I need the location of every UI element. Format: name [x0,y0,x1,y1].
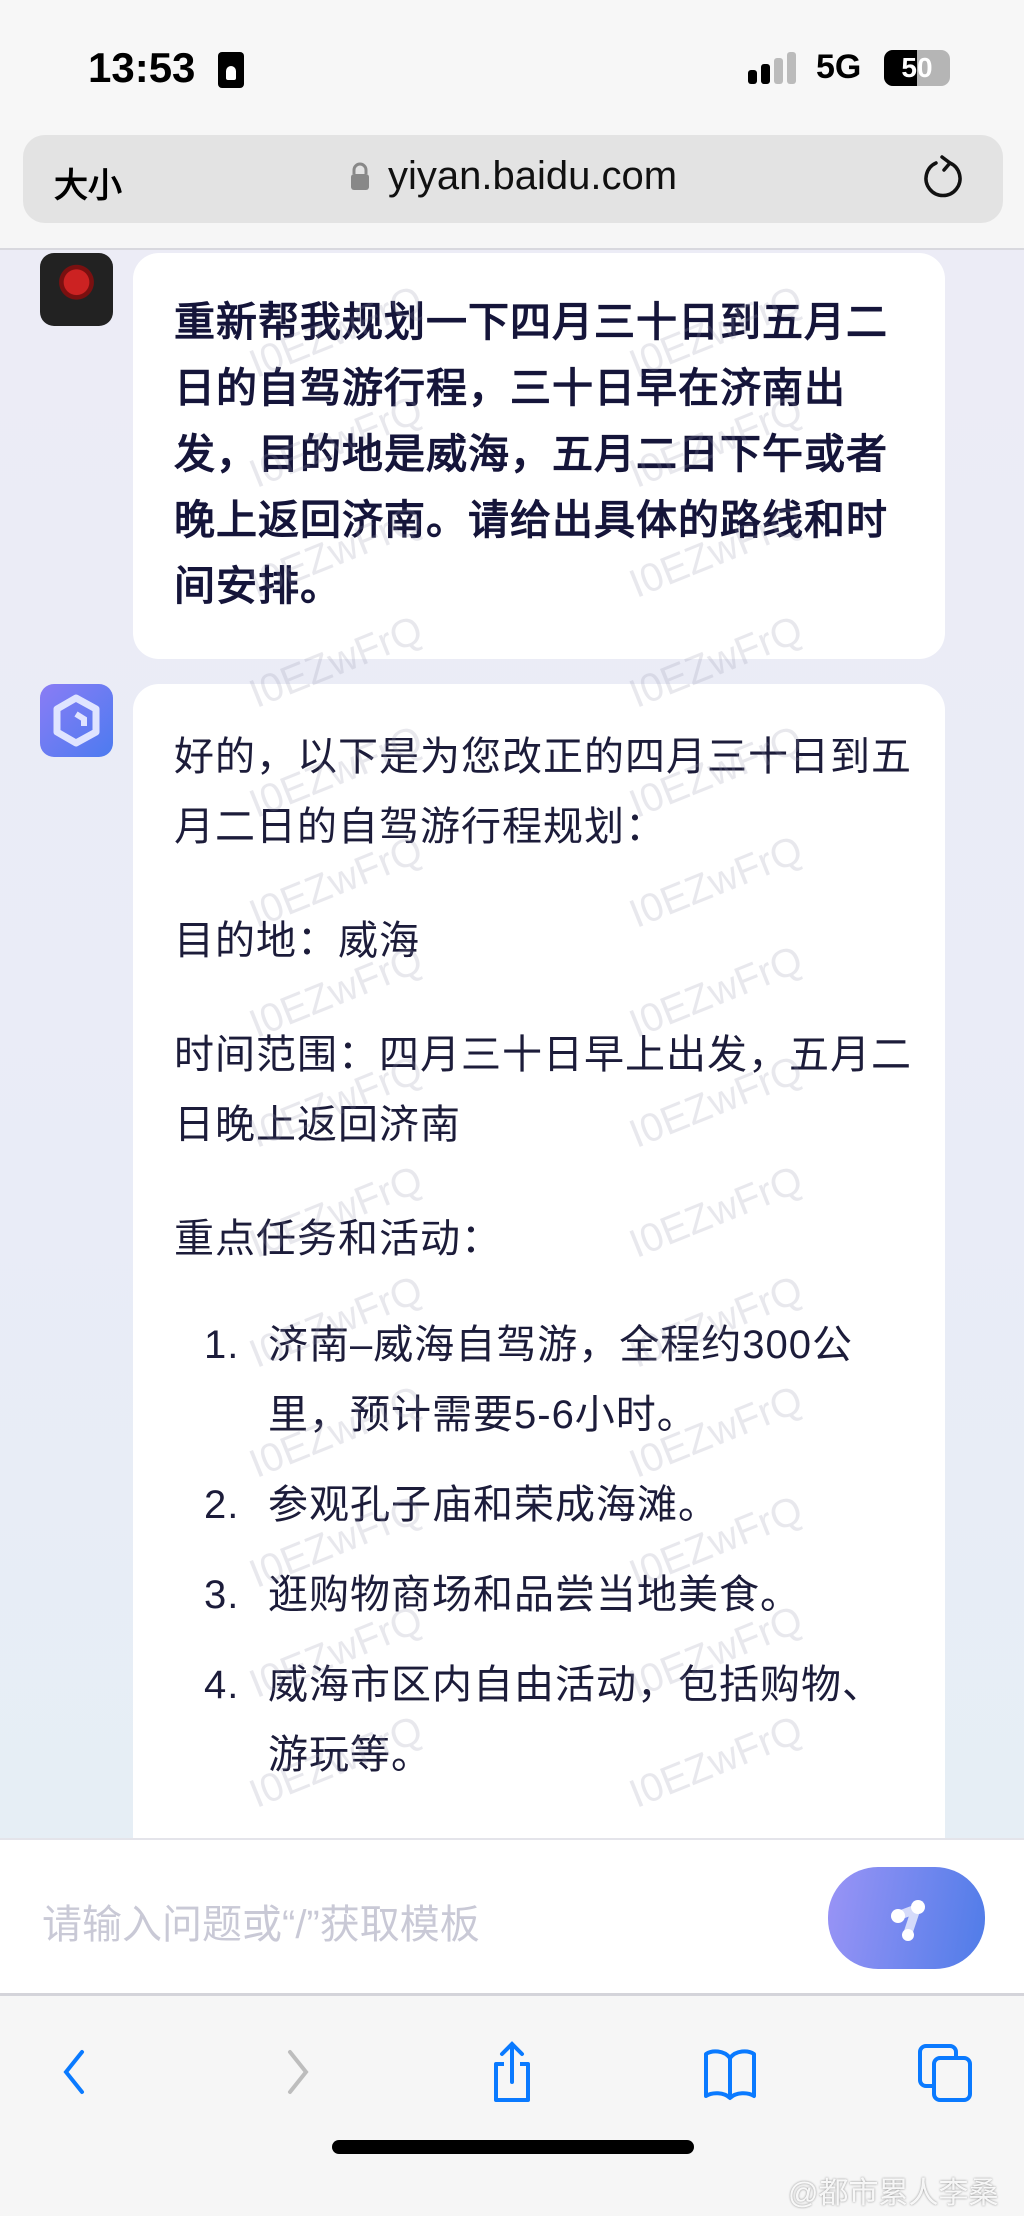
network-type: 5G [816,48,862,86]
list-item: 3. 逛购物商场和品尝当地美食。 [174,1560,914,1630]
id-card-icon [218,52,244,88]
cellular-signal-icon [748,52,796,84]
user-message-text: 重新帮我规划一下四月三十日到五月二日的自驾游行程，三十日早在济南出发，目的地是威… [174,299,888,609]
user-avatar [40,253,113,326]
bot-paragraph: 重点任务和活动： [174,1217,502,1261]
bot-paragraph: 好的，以下是为您改正的四月三十日到五月二日的自驾游行程规划： [174,735,912,849]
chat-area[interactable]: 重新帮我规划一下四月三十日到五月二日的自驾游行程，三十日早在济南出发，目的地是威… [0,248,1024,1840]
text-size-button[interactable]: 大小 [54,158,122,207]
tabs-icon[interactable] [916,2040,976,2104]
bot-paragraph: 时间范围：四月三十日早上出发，五月二日晚上返回济南 [174,1033,912,1147]
cube-logo-icon [53,694,100,747]
battery-icon: 50 [884,50,950,86]
list-item: 4. 威海市区内自由活动，包括购物、游玩等。 [174,1650,914,1790]
list-text: 逛购物商场和品尝当地美食。 [268,1573,801,1617]
list-number: 3. [204,1573,240,1617]
home-indicator[interactable] [332,2140,694,2154]
weibo-credit-watermark: @都市累人李桑 [788,2177,999,2210]
lock-icon [351,162,369,190]
back-icon[interactable] [52,2040,112,2104]
status-time: 13:53 [88,44,196,91]
ernie-bot-avatar [40,684,113,757]
bot-paragraph: 目的地：威海 [174,919,420,963]
bot-message-bubble: 好的，以下是为您改正的四月三十日到五月二日的自驾游行程规划： 目的地：威海 时间… [133,684,945,1840]
send-button[interactable] [828,1867,985,1969]
list-item: 1. 济南–威海自驾游，全程约300公里，预计需要5-6小时。 [174,1310,914,1450]
reload-icon[interactable] [920,155,966,201]
list-number: 1. [204,1323,240,1367]
send-node-icon [891,1900,925,1941]
forward-icon[interactable] [270,2040,330,2104]
list-text: 参观孔子庙和荣成海滩。 [268,1483,719,1527]
url-text[interactable]: yiyan.baidu.com [388,154,677,199]
bookmarks-icon[interactable] [700,2040,760,2104]
share-icon[interactable] [482,2040,542,2104]
list-text: 威海市区内自由活动，包括购物、游玩等。 [268,1663,883,1777]
list-item: 2. 参观孔子庙和荣成海滩。 [174,1470,914,1540]
battery-level: 50 [901,52,933,83]
list-number: 2. [204,1483,240,1527]
list-text: 济南–威海自驾游，全程约300公里，预计需要5-6小时。 [268,1323,853,1437]
user-message-bubble: 重新帮我规划一下四月三十日到五月二日的自驾游行程，三十日早在济南出发，目的地是威… [133,253,945,659]
question-input[interactable]: 请输入问题或“/”获取模板 [42,1892,480,1950]
list-number: 4. [204,1663,240,1707]
